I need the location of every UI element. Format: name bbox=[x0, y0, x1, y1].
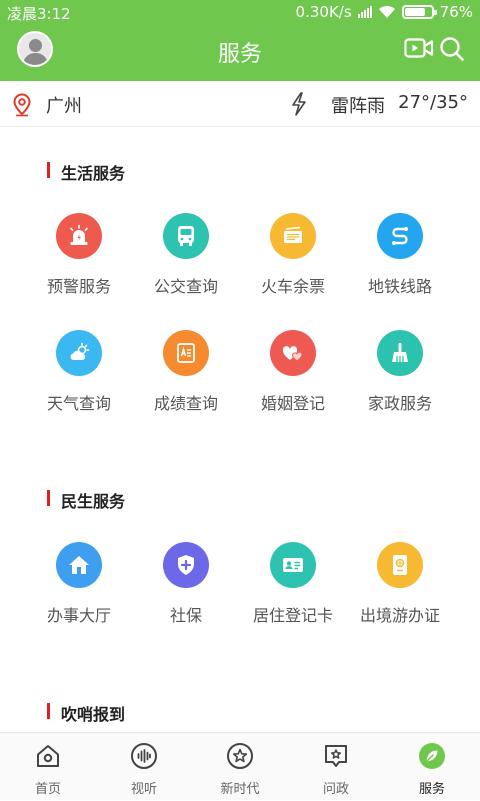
section-marker bbox=[47, 490, 50, 506]
service-tab-icon bbox=[418, 742, 446, 770]
residence-card-circle bbox=[270, 542, 316, 588]
home-icon bbox=[67, 553, 91, 577]
home-tab-icon bbox=[34, 742, 62, 770]
subway-route-icon bbox=[388, 224, 412, 248]
service-bus[interactable]: 公交查询 bbox=[131, 213, 241, 297]
exit-permit-circle bbox=[377, 542, 423, 588]
tab-home[interactable]: 首页 bbox=[0, 733, 96, 801]
tab-label: 视听 bbox=[96, 778, 192, 797]
tab-new-era[interactable]: 新时代 bbox=[192, 733, 288, 801]
weather-condition: 雷阵雨 bbox=[331, 92, 385, 118]
subway-circle bbox=[377, 213, 423, 259]
weather-icon bbox=[67, 341, 91, 365]
status-time: 凌晨3:12 bbox=[7, 3, 71, 24]
bottom-tab-bar: 首页 视听 新时代 问政 服务 bbox=[0, 732, 480, 800]
battery-percent: 76% bbox=[440, 3, 473, 21]
network-speed: 0.30K/s bbox=[296, 3, 352, 21]
tab-service[interactable]: 服务 bbox=[384, 733, 480, 801]
service-train-ticket[interactable]: 火车余票 bbox=[238, 213, 348, 297]
section-marker bbox=[47, 703, 50, 719]
service-residence-card[interactable]: 居住登记卡 bbox=[238, 542, 348, 626]
tab-audio-video[interactable]: 视听 bbox=[96, 733, 192, 801]
service-weather[interactable]: 天气查询 bbox=[24, 330, 134, 414]
location-pin-icon bbox=[12, 93, 32, 117]
service-label: 办事大厅 bbox=[24, 602, 134, 626]
audio-tab-icon bbox=[130, 742, 158, 770]
service-marriage[interactable]: 婚姻登记 bbox=[238, 330, 348, 414]
service-social-security[interactable]: 社保 bbox=[131, 542, 241, 626]
weather-circle bbox=[56, 330, 102, 376]
status-bar: 凌晨3:12 0.30K/s 76% bbox=[0, 0, 480, 26]
service-label: 居住登记卡 bbox=[238, 602, 348, 626]
service-label: 出境游办证 bbox=[345, 602, 455, 626]
top-bar: 凌晨3:12 0.30K/s 76% 服务 bbox=[0, 0, 480, 81]
tab-inquiry[interactable]: 问政 bbox=[288, 733, 384, 801]
service-label: 公交查询 bbox=[131, 273, 241, 297]
tab-label: 问政 bbox=[288, 778, 384, 797]
tab-label: 首页 bbox=[0, 778, 96, 797]
service-label: 成绩查询 bbox=[131, 390, 241, 414]
weather-bar: 广州 雷阵雨 27°/35° bbox=[0, 81, 480, 127]
service-label: 天气查询 bbox=[24, 390, 134, 414]
inquiry-tab-icon bbox=[322, 742, 350, 770]
social-security-circle bbox=[163, 542, 209, 588]
service-housekeeping[interactable]: 家政服务 bbox=[345, 330, 455, 414]
thunder-icon bbox=[290, 92, 308, 116]
tab-label: 新时代 bbox=[192, 778, 288, 797]
tab-label: 服务 bbox=[384, 778, 480, 797]
marriage-circle bbox=[270, 330, 316, 376]
broom-icon bbox=[388, 341, 412, 365]
bus-circle bbox=[163, 213, 209, 259]
hall-circle bbox=[56, 542, 102, 588]
ticket-icon bbox=[281, 224, 305, 248]
service-score[interactable]: 成绩查询 bbox=[131, 330, 241, 414]
service-label: 社保 bbox=[131, 602, 241, 626]
battery-icon bbox=[402, 5, 434, 19]
service-warning[interactable]: 预警服务 bbox=[24, 213, 134, 297]
warning-circle bbox=[56, 213, 102, 259]
ticket-circle bbox=[270, 213, 316, 259]
service-label: 婚姻登记 bbox=[238, 390, 348, 414]
service-label: 火车余票 bbox=[238, 273, 348, 297]
service-label: 家政服务 bbox=[345, 390, 455, 414]
housekeeping-circle bbox=[377, 330, 423, 376]
status-indicators: 0.30K/s 76% bbox=[296, 3, 473, 21]
section-title-text: 民生服务 bbox=[61, 488, 125, 512]
section-marker bbox=[47, 162, 50, 178]
search-icon[interactable] bbox=[439, 36, 465, 62]
signal-icon bbox=[358, 6, 372, 18]
score-card-icon bbox=[174, 341, 198, 365]
battery-level bbox=[405, 8, 425, 16]
city-label[interactable]: 广州 bbox=[46, 92, 82, 118]
service-exit-permit[interactable]: 出境游办证 bbox=[345, 542, 455, 626]
hearts-icon bbox=[281, 341, 305, 365]
score-circle bbox=[163, 330, 209, 376]
temperature-range: 27°/35° bbox=[398, 92, 468, 113]
service-label: 地铁线路 bbox=[345, 273, 455, 297]
star-tab-icon bbox=[226, 742, 254, 770]
passport-icon bbox=[388, 553, 412, 577]
shield-icon bbox=[174, 553, 198, 577]
video-icon[interactable] bbox=[404, 36, 434, 60]
bus-icon bbox=[174, 224, 198, 248]
section-title-text: 生活服务 bbox=[61, 160, 125, 184]
id-card-icon bbox=[281, 553, 305, 577]
service-subway[interactable]: 地铁线路 bbox=[345, 213, 455, 297]
service-hall[interactable]: 办事大厅 bbox=[24, 542, 134, 626]
wifi-icon bbox=[378, 5, 396, 19]
section-title-text: 吹哨报到 bbox=[61, 701, 125, 725]
service-label: 预警服务 bbox=[24, 273, 134, 297]
alarm-light-icon bbox=[67, 224, 91, 248]
